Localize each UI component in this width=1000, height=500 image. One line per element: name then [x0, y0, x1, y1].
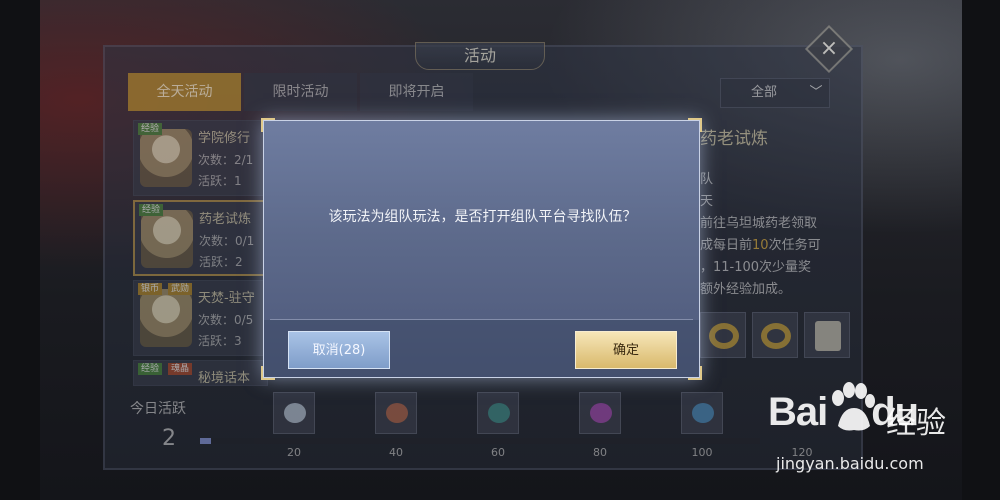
activity-count: 次数：2/1 [198, 153, 254, 167]
activity-active-points: 活跃：2 [199, 255, 243, 269]
detail-line: 前往乌坦城药老领取 [700, 216, 818, 231]
activity-tabs: 全天活动 限时活动 即将开启 [128, 73, 473, 111]
activity-name: 药老试炼 [199, 212, 252, 227]
activity-detail: 药老试炼 队 天 前往乌坦城药老领取 成每日前10次任务可 ，11-100次少量… [700, 124, 850, 301]
tag-badge: 银币 [138, 283, 163, 295]
milestone-chest[interactable] [477, 392, 519, 434]
milestone-label: 20 [287, 446, 301, 459]
daily-activity: 今日活跃 2 [130, 398, 186, 451]
avatar [140, 289, 192, 347]
ring-icon [761, 323, 791, 349]
detail-line: 天 [700, 194, 714, 209]
dialog-divider [270, 319, 693, 320]
detail-line: ，11-100次少量奖 [700, 260, 812, 275]
gem-icon [692, 403, 714, 423]
ring-icon [709, 323, 739, 349]
reward-item[interactable] [700, 312, 746, 358]
activity-active-points: 活跃：3 [198, 334, 242, 348]
watermark-brand: 经验 [886, 406, 946, 441]
confirm-button[interactable]: 确定 [575, 331, 677, 369]
close-icon: × [819, 36, 839, 61]
cancel-button[interactable]: 取消(28) [288, 331, 390, 369]
daily-activity-value: 2 [162, 426, 176, 451]
gem-icon [488, 403, 510, 423]
letterbox-left [0, 0, 40, 500]
daily-progress-bar [200, 438, 760, 444]
watermark-url: jingyan.baidu.com [776, 454, 924, 473]
tag-badge: 武勋 [168, 283, 193, 295]
avatar [141, 210, 193, 268]
gem-icon [284, 403, 306, 423]
daily-activity-label: 今日活跃 [130, 401, 186, 417]
corner-ornament [261, 366, 275, 380]
tag-badge: 经验 [138, 363, 163, 375]
reward-item[interactable] [752, 312, 798, 358]
list-item[interactable]: 银币 武勋 天焚-驻守 次数：0/5 活跃：3 [133, 280, 268, 356]
tab-upcoming[interactable]: 即将开启 [360, 73, 473, 111]
detail-title: 药老试炼 [700, 129, 768, 149]
dialog-message: 该玩法为组队玩法，是否打开组队平台寻找队伍？ [328, 209, 637, 225]
panel-title: 活动 [415, 42, 545, 70]
detail-line: 成每日前10次任务可 [700, 238, 821, 253]
milestone-chest[interactable] [273, 392, 315, 434]
list-item[interactable]: 经验 药老试炼 次数：0/1 活跃：2 [133, 200, 268, 276]
tab-limited-time[interactable]: 限时活动 [244, 73, 357, 111]
filter-dropdown[interactable]: 全部 ﹀ [720, 78, 830, 108]
activity-count: 次数：0/5 [198, 313, 254, 327]
list-item[interactable]: 经验 魂晶 秘境话本 [133, 360, 268, 386]
avatar [140, 129, 192, 187]
daily-progress-fill [200, 438, 212, 444]
activity-active-points: 活跃：1 [198, 174, 242, 188]
tag-badge: 经验 [138, 123, 163, 135]
tag-badge: 经验 [139, 204, 164, 216]
milestone-label: 80 [593, 446, 607, 459]
milestone-label: 100 [691, 446, 713, 459]
activity-name: 天焚-驻守 [198, 291, 255, 306]
milestone-label: 60 [491, 446, 505, 459]
team-up-dialog: 该玩法为组队玩法，是否打开组队平台寻找队伍？ 取消(28) 确定 [261, 118, 702, 380]
list-item[interactable]: 经验 学院修行 次数：2/1 活跃：1 [133, 120, 268, 196]
milestone-label: 40 [389, 446, 403, 459]
reward-item[interactable] [804, 312, 850, 358]
activity-list: 经验 学院修行 次数：2/1 活跃：1 经验 药老试炼 次数：0/1 活跃：2 … [133, 120, 268, 390]
milestone-chest[interactable] [579, 392, 621, 434]
chevron-down-icon: ﹀ [809, 85, 823, 100]
corner-ornament [688, 118, 702, 132]
tag-badge: 魂晶 [168, 363, 193, 375]
filter-value: 全部 [751, 85, 778, 100]
detail-line: 额外经验加成。 [700, 282, 792, 297]
activity-name: 秘境话本 [198, 371, 251, 386]
gem-icon [386, 403, 408, 423]
corner-ornament [688, 366, 702, 380]
reward-row [700, 312, 850, 358]
milestone-chest[interactable] [375, 392, 417, 434]
baidu-jingyan-watermark: Bai du 经验 jingyan.baidu.com [768, 382, 988, 480]
corner-ornament [261, 118, 275, 132]
activity-name: 学院修行 [198, 131, 251, 146]
gem-icon [590, 403, 612, 423]
tab-all-day[interactable]: 全天活动 [128, 73, 241, 111]
detail-line: 队 [700, 172, 714, 187]
scroll-icon [815, 321, 841, 351]
detail-highlight: 10 [752, 238, 769, 253]
milestone-chest[interactable] [681, 392, 723, 434]
activity-count: 次数：0/1 [199, 234, 255, 248]
